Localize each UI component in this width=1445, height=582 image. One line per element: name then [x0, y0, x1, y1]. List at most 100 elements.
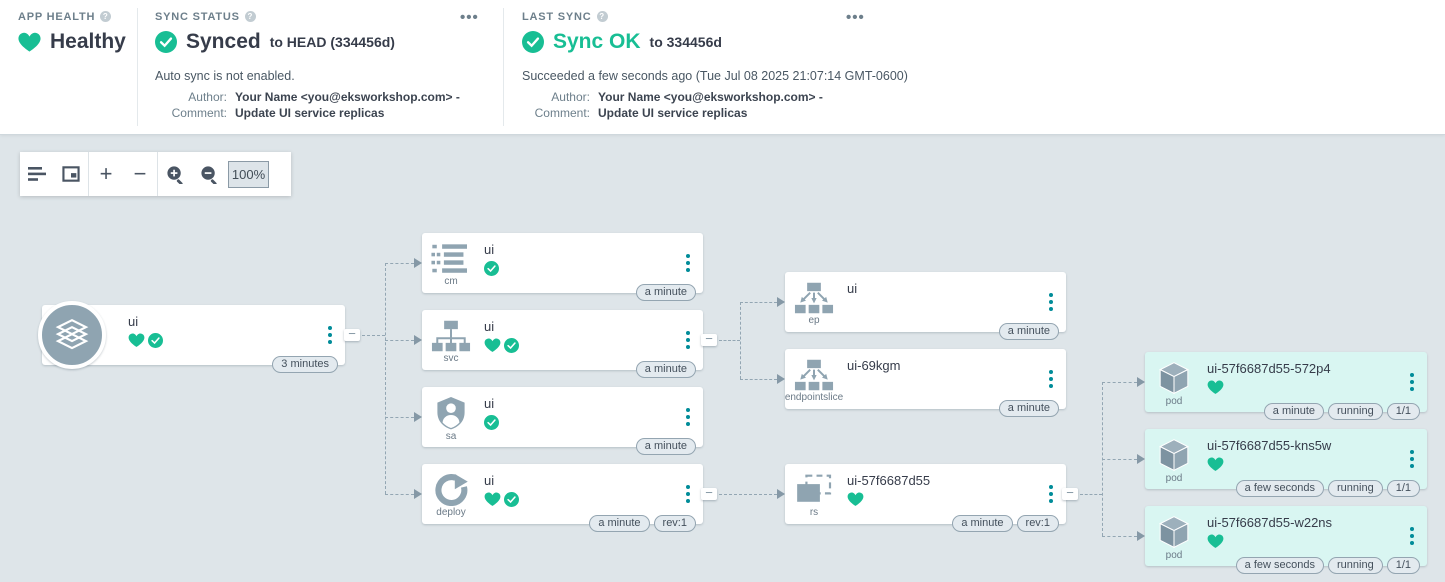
- node-badges: a few seconds running 1/1: [1236, 557, 1420, 574]
- node-status-icons: [128, 332, 163, 348]
- edge-arrow-icon: [1137, 377, 1145, 387]
- revision-badge: rev:1: [1017, 515, 1059, 532]
- phase-badge: running: [1328, 557, 1383, 574]
- node-menu-button[interactable]: [1045, 481, 1057, 507]
- sync-status-label-text: SYNC STATUS: [155, 11, 240, 23]
- zoom-level-value[interactable]: 100%: [228, 161, 269, 188]
- zoom-out-magnifier-icon[interactable]: [192, 152, 226, 196]
- node-menu-button[interactable]: [1045, 289, 1057, 315]
- node-menu-button[interactable]: [682, 481, 694, 507]
- comment-value: Update UI service replicas: [598, 106, 747, 120]
- age-badge: a minute: [636, 361, 696, 378]
- age-badge: a minute: [1264, 403, 1324, 420]
- help-icon[interactable]: ?: [100, 11, 111, 22]
- node-kind-label: ep: [808, 315, 819, 326]
- node-pod-ui-57f6687d55-kns5w[interactable]: pod ui-57f6687d55-kns5w a few seconds ru…: [1145, 429, 1427, 489]
- app-health-label: APP HEALTH?: [18, 11, 111, 23]
- node-endpoints-ui[interactable]: ep ui a minute: [785, 272, 1066, 332]
- node-serviceaccount-ui[interactable]: sa ui a minute: [422, 387, 703, 447]
- edge: [740, 302, 741, 379]
- age-badge: a few seconds: [1236, 557, 1324, 574]
- edge: [385, 340, 414, 341]
- endpoints-icon: ep: [785, 272, 843, 332]
- age-badge: a minute: [999, 323, 1059, 340]
- node-service-ui[interactable]: svc ui a minute: [422, 310, 703, 370]
- node-title: ui: [484, 396, 494, 411]
- collapse-button[interactable]: −: [701, 488, 717, 500]
- edge: [740, 302, 777, 303]
- node-kind-label: cm: [444, 276, 457, 287]
- check-circle-icon: [522, 31, 544, 53]
- comment-label: Comment:: [522, 106, 590, 120]
- edge: [719, 340, 740, 341]
- healthy-heart-icon: [1207, 534, 1224, 549]
- ready-badge: 1/1: [1387, 403, 1420, 420]
- node-menu-button[interactable]: [1406, 523, 1418, 549]
- age-badge: a minute: [999, 400, 1059, 417]
- collapse-button[interactable]: −: [344, 329, 360, 341]
- service-icon: svc: [422, 310, 480, 370]
- node-menu-button[interactable]: [1406, 446, 1418, 472]
- healthy-heart-icon: [128, 333, 145, 348]
- age-badge: a minute: [952, 515, 1012, 532]
- synced-check-icon: [484, 415, 499, 430]
- argocd-application-view: APP HEALTH? Healthy SYNC STATUS? ••• Syn…: [0, 0, 1445, 582]
- configmap-icon: cm: [422, 233, 480, 293]
- help-icon[interactable]: ?: [597, 11, 608, 22]
- node-status-icons: [484, 260, 499, 276]
- edge-arrow-icon: [777, 489, 785, 499]
- edge: [740, 379, 777, 380]
- app-health-value: Healthy: [50, 30, 126, 54]
- node-title: ui: [484, 242, 494, 257]
- node-menu-button[interactable]: [1045, 366, 1057, 392]
- zoom-in-plus-button[interactable]: +: [89, 152, 123, 196]
- node-kind-label: deploy: [436, 507, 465, 518]
- author-value: Your Name <you@eksworkshop.com> -: [598, 90, 823, 104]
- sync-status-value: Synced: [186, 30, 261, 54]
- last-sync-comment-row: Comment: Update UI service replicas: [522, 106, 747, 120]
- synced-check-icon: [148, 333, 163, 348]
- node-pod-ui-57f6687d55-572p4[interactable]: pod ui-57f6687d55-572p4 a minute running…: [1145, 352, 1427, 412]
- node-kind-label: rs: [810, 507, 818, 518]
- node-deployment-ui[interactable]: deploy ui a minute rev:1: [422, 464, 703, 524]
- node-status-icons: [484, 414, 499, 430]
- node-menu-button[interactable]: [682, 250, 694, 276]
- node-badges: a minute: [636, 284, 696, 301]
- phase-badge: running: [1328, 403, 1383, 420]
- healthy-heart-icon: [1207, 457, 1224, 472]
- node-menu-button[interactable]: [682, 327, 694, 353]
- last-sync-row: Sync OK to 334456d: [522, 30, 722, 54]
- zoom-out-minus-button[interactable]: −: [123, 152, 157, 196]
- sync-status-menu-button[interactable]: •••: [460, 13, 479, 23]
- collapse-button[interactable]: −: [701, 334, 717, 346]
- fit-to-view-icon[interactable]: [54, 152, 88, 196]
- node-title: ui: [128, 314, 138, 329]
- graph-toolbar: + − 100%: [20, 152, 291, 196]
- node-configmap-ui[interactable]: cm ui a minute: [422, 233, 703, 293]
- node-pod-ui-57f6687d55-w22ns[interactable]: pod ui-57f6687d55-w22ns a few seconds ru…: [1145, 506, 1427, 566]
- deployment-icon: deploy: [422, 464, 480, 524]
- node-replicaset-ui-57f6687d55[interactable]: rs ui-57f6687d55 a minute rev:1: [785, 464, 1066, 524]
- node-menu-button[interactable]: [324, 322, 336, 348]
- node-menu-button[interactable]: [1406, 369, 1418, 395]
- zoom-in-magnifier-icon[interactable]: [158, 152, 192, 196]
- ready-badge: 1/1: [1387, 480, 1420, 497]
- node-status-icons: [484, 337, 519, 353]
- node-title: ui: [847, 281, 857, 296]
- heart-icon: [18, 32, 41, 53]
- ready-badge: 1/1: [1387, 557, 1420, 574]
- edge: [1102, 459, 1137, 460]
- application-icon[interactable]: [38, 301, 106, 369]
- healthy-heart-icon: [847, 492, 864, 507]
- node-kind-label: pod: [1166, 473, 1183, 484]
- layout-list-icon[interactable]: [20, 152, 54, 196]
- node-endpointslice-ui-69kgm[interactable]: endpointslice ui-69kgm a minute: [785, 349, 1066, 409]
- edge: [362, 335, 385, 336]
- comment-value: Update UI service replicas: [235, 106, 384, 120]
- sync-author-row: Author: Your Name <you@eksworkshop.com> …: [155, 90, 460, 104]
- help-icon[interactable]: ?: [245, 11, 256, 22]
- collapse-button[interactable]: −: [1062, 488, 1078, 500]
- node-menu-button[interactable]: [682, 404, 694, 430]
- last-sync-menu-button[interactable]: •••: [846, 13, 865, 23]
- node-kind-label: sa: [446, 431, 457, 442]
